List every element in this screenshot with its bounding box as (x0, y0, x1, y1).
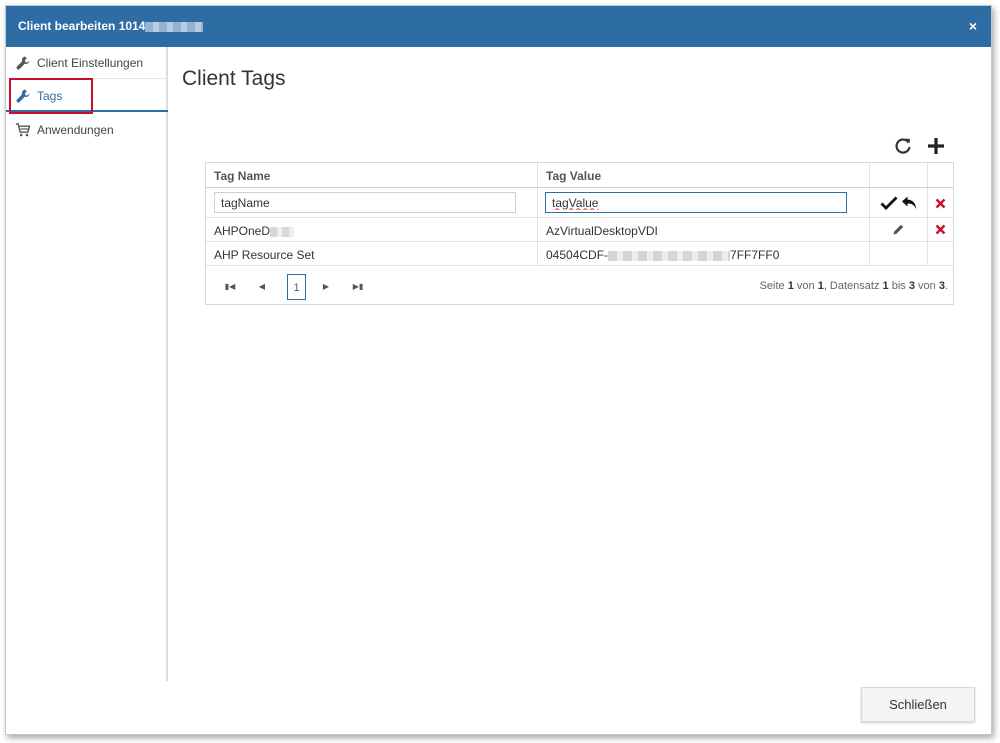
tag-name-cell: AHPOneD (206, 218, 538, 241)
wrench-icon (16, 89, 30, 103)
delete-icon[interactable] (935, 224, 946, 235)
edit-pencil-icon[interactable] (892, 223, 905, 236)
edit-client-dialog: Client bearbeiten 1014 × Client Einstell… (5, 5, 992, 735)
column-header-actions (870, 163, 928, 187)
row-actions-cell (870, 242, 928, 265)
refresh-icon[interactable] (893, 136, 913, 156)
page-1-button[interactable]: 1 (287, 274, 306, 300)
tag-name-text: AHPOneD (214, 224, 271, 238)
redacted-block (608, 250, 731, 261)
column-header-label: Tag Name (214, 169, 271, 183)
tag-value-input[interactable] (545, 192, 847, 213)
wrench-icon (16, 56, 30, 70)
tag-value-text: AzVirtualDesktopVDI (546, 224, 658, 238)
column-header-delete (928, 163, 953, 187)
page-title: Client Tags (182, 67, 286, 90)
tag-value-cell (538, 188, 870, 217)
tag-value-suffix: 7FF7FF0 (730, 248, 780, 262)
redacted-block (270, 226, 295, 237)
row-actions-cell (870, 218, 928, 241)
last-page-icon[interactable]: ▶▮ (349, 274, 367, 300)
checkmark-icon[interactable] (880, 195, 898, 211)
table-row[interactable]: AHP Resource Set 04504CDF- 7FF7FF0 (206, 242, 953, 266)
close-button[interactable]: Schließen (861, 687, 975, 722)
tags-grid: Tag Name Tag Value tagName tagValue AHPO… (205, 162, 954, 305)
dialog-title-text: Client bearbeiten 1014 (18, 19, 146, 33)
tag-value-value: 04504CDF- 7FF7FF0 (546, 248, 779, 262)
tag-name-input[interactable] (214, 192, 516, 213)
next-page-icon[interactable]: ▶ (317, 274, 335, 300)
undo-icon[interactable] (901, 195, 918, 211)
pager-info: Seite 1 von 1, Datensatz 1 bis 3 von 3. (759, 280, 948, 292)
sidebar-item-client-settings[interactable]: Client Einstellungen (6, 47, 168, 79)
column-header-tag-value[interactable]: Tag Value (538, 163, 870, 187)
tag-value-cell: AzVirtualDesktopVDI (538, 218, 870, 241)
sidebar-item-tags[interactable]: Tags (6, 80, 168, 112)
dialog-title: Client bearbeiten 1014 (18, 19, 204, 33)
tag-value-prefix: 04504CDF- (546, 248, 609, 262)
sidebar-item-label: Tags (37, 89, 63, 103)
tag-name-cell (206, 188, 538, 217)
cart-icon (16, 123, 31, 137)
pager: ▮◀ ◀ 1 ▶ ▶▮ Seite 1 von 1, Datensatz 1 b… (206, 266, 953, 306)
edit-actions-cell (870, 188, 928, 217)
column-header-tag-name[interactable]: Tag Name (206, 163, 538, 187)
sidebar: Client Einstellungen Tags Anwendungen (6, 47, 168, 681)
dialog-titlebar: Client bearbeiten 1014 × (6, 6, 991, 47)
sidebar-item-label: Anwendungen (37, 123, 114, 137)
delete-icon[interactable] (935, 198, 946, 209)
grid-header: Tag Name Tag Value (206, 163, 953, 188)
table-row-edit (206, 188, 953, 218)
row-delete-cell (928, 218, 953, 241)
edit-delete-cell (928, 188, 953, 217)
table-row[interactable]: AHPOneD AzVirtualDesktopVDI (206, 218, 953, 242)
row-delete-cell (928, 242, 953, 265)
tag-value-cell: 04504CDF- 7FF7FF0 (538, 242, 870, 265)
column-header-label: Tag Value (546, 169, 602, 183)
tag-name-cell: AHP Resource Set (206, 242, 538, 265)
redacted-block (145, 21, 204, 32)
tag-name-text: AHP Resource Set (214, 248, 315, 262)
sidebar-item-applications[interactable]: Anwendungen (6, 114, 168, 146)
previous-page-icon[interactable]: ◀ (253, 274, 271, 300)
first-page-icon[interactable]: ▮◀ (221, 274, 239, 300)
tag-name-value: AHPOneD (214, 224, 295, 238)
close-icon[interactable]: × (969, 18, 977, 34)
add-icon[interactable] (926, 136, 946, 156)
sidebar-item-label: Client Einstellungen (37, 56, 144, 70)
